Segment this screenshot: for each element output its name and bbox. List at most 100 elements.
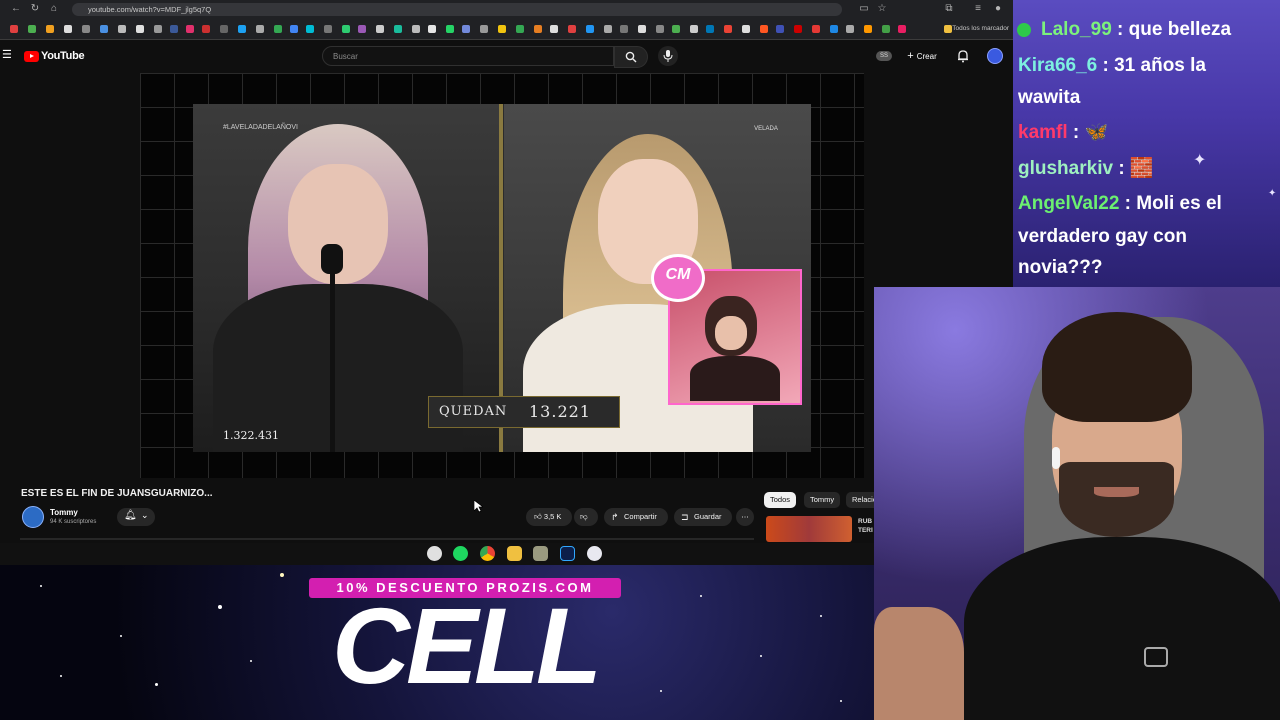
bookmark-icon[interactable] bbox=[672, 25, 680, 33]
address-bar[interactable]: youtube.com/watch?v=MDF_jlg5q7Q bbox=[72, 3, 842, 16]
more-actions-button[interactable]: ⋯ bbox=[736, 508, 754, 526]
bookmark-icon[interactable] bbox=[462, 25, 470, 33]
bookmark-icon[interactable] bbox=[154, 25, 162, 33]
all-bookmarks-link[interactable]: Todos los marcador bbox=[952, 23, 1009, 35]
create-button[interactable]: + Crear bbox=[900, 48, 944, 64]
activity-app-icon[interactable] bbox=[427, 546, 442, 561]
bookmark-icon[interactable] bbox=[82, 25, 90, 33]
bookmark-icon[interactable] bbox=[898, 25, 906, 33]
ss-badge[interactable]: SS bbox=[876, 51, 892, 61]
bookmark-icon[interactable] bbox=[656, 25, 664, 33]
dislike-button[interactable]: 👎︎ bbox=[574, 508, 598, 526]
bookmark-icon[interactable] bbox=[324, 25, 332, 33]
search-input[interactable]: Buscar bbox=[322, 46, 614, 66]
recommended-video-title[interactable]: RUB TERI bbox=[858, 517, 873, 535]
reload-icon[interactable]: ↻ bbox=[29, 3, 41, 15]
profile-icon[interactable]: ● bbox=[992, 3, 1004, 15]
bookmark-icon[interactable] bbox=[760, 25, 768, 33]
bookmark-icon[interactable] bbox=[706, 25, 714, 33]
media-icon[interactable]: ≡ bbox=[972, 3, 984, 15]
bookmark-icon[interactable] bbox=[776, 25, 784, 33]
bookmark-icon[interactable] bbox=[586, 25, 594, 33]
bookmark-icon[interactable] bbox=[498, 25, 506, 33]
bookmark-icon[interactable] bbox=[136, 25, 144, 33]
bookmark-icon[interactable] bbox=[10, 25, 18, 33]
photoshop-icon[interactable] bbox=[560, 546, 575, 561]
video-player[interactable]: CM #LAVELADADELAÑOVI VELADA QUEDAN 13.22… bbox=[140, 73, 864, 478]
bookmark-icon[interactable] bbox=[604, 25, 612, 33]
bookmark-icon[interactable] bbox=[690, 25, 698, 33]
recommended-video-thumbnail[interactable] bbox=[766, 516, 852, 542]
search-button[interactable] bbox=[614, 46, 648, 68]
bookmark-icon[interactable] bbox=[28, 25, 36, 33]
bookmark-icon[interactable] bbox=[376, 25, 384, 33]
bookmark-icon[interactable] bbox=[64, 25, 72, 33]
back-icon[interactable]: ← bbox=[10, 3, 22, 15]
streamer-mouth bbox=[1094, 487, 1139, 497]
bookmark-icon[interactable] bbox=[358, 25, 366, 33]
home-icon[interactable]: ⌂ bbox=[48, 3, 60, 15]
chrome-icon[interactable] bbox=[480, 546, 495, 561]
bookmark-icon[interactable] bbox=[220, 25, 228, 33]
bookmark-icon[interactable] bbox=[830, 25, 838, 33]
bookmark-icon[interactable] bbox=[742, 25, 750, 33]
bookmark-icon[interactable] bbox=[100, 25, 108, 33]
bookmark-icon[interactable] bbox=[202, 25, 210, 33]
channel-avatar[interactable] bbox=[22, 506, 44, 528]
channel-name[interactable]: Tommy bbox=[50, 508, 78, 517]
bookmark-icon[interactable] bbox=[846, 25, 854, 33]
bookmark-icon[interactable] bbox=[724, 25, 732, 33]
account-avatar[interactable] bbox=[987, 48, 1003, 64]
chat-message-text: : que belleza bbox=[1111, 19, 1232, 40]
bookmark-icon[interactable] bbox=[882, 25, 890, 33]
chat-username: Kira66_6 bbox=[1018, 55, 1098, 76]
files-icon[interactable] bbox=[507, 546, 522, 561]
voice-search-button[interactable] bbox=[658, 46, 678, 66]
bookmark-icon[interactable] bbox=[256, 25, 264, 33]
bookmark-icon[interactable] bbox=[46, 25, 54, 33]
cast-icon[interactable]: ▭ bbox=[858, 3, 870, 15]
extensions-icon[interactable]: ⧉ bbox=[943, 3, 955, 15]
youtube-logo-icon[interactable] bbox=[24, 51, 39, 62]
youtube-logo-text[interactable]: YouTube bbox=[41, 50, 85, 62]
star bbox=[760, 655, 762, 657]
bookmark-icon[interactable] bbox=[342, 25, 350, 33]
bookmark-icon[interactable] bbox=[170, 25, 178, 33]
chip-tommy[interactable]: Tommy bbox=[804, 492, 841, 508]
bookmark-icon[interactable] bbox=[620, 25, 628, 33]
bookmark-icon[interactable] bbox=[794, 25, 802, 33]
bookmark-icon[interactable] bbox=[446, 25, 454, 33]
hamburger-menu-icon[interactable]: ☰ bbox=[2, 48, 12, 61]
bookmark-icon[interactable] bbox=[812, 25, 820, 33]
chip-todos[interactable]: Todos bbox=[764, 492, 797, 508]
subscribed-bell-button[interactable]: 🔔︎ ⌄ bbox=[117, 508, 155, 526]
star-icon[interactable]: ☆ bbox=[876, 3, 888, 15]
bookmark-icon[interactable] bbox=[306, 25, 314, 33]
bookmark-icon[interactable] bbox=[186, 25, 194, 33]
bookmark-icon[interactable] bbox=[534, 25, 542, 33]
like-button[interactable]: 👍︎ 3,5 K bbox=[526, 508, 572, 526]
bookmark-icon[interactable] bbox=[394, 25, 402, 33]
bookmark-icon[interactable] bbox=[428, 25, 436, 33]
bookmark-icon[interactable] bbox=[516, 25, 524, 33]
notifications-bell-icon[interactable] bbox=[956, 49, 970, 63]
thumbs-up-icon: 👍︎ bbox=[534, 512, 544, 521]
app-icon[interactable] bbox=[587, 546, 602, 561]
app-icon[interactable] bbox=[533, 546, 548, 561]
spotify-icon[interactable] bbox=[453, 546, 468, 561]
chat-message-text: : 🧱 bbox=[1113, 158, 1154, 179]
share-button[interactable]: ↱ Compartir bbox=[604, 508, 668, 526]
folder-icon[interactable] bbox=[944, 25, 952, 33]
bookmark-icon[interactable] bbox=[550, 25, 558, 33]
bookmark-icon[interactable] bbox=[238, 25, 246, 33]
bookmark-icon[interactable] bbox=[274, 25, 282, 33]
bookmark-icon[interactable] bbox=[864, 25, 872, 33]
bookmark-icon[interactable] bbox=[118, 25, 126, 33]
cam-body bbox=[690, 356, 780, 401]
bookmark-icon[interactable] bbox=[638, 25, 646, 33]
save-button[interactable]: ⊐ Guardar bbox=[674, 508, 732, 526]
bookmark-icon[interactable] bbox=[412, 25, 420, 33]
bookmark-icon[interactable] bbox=[568, 25, 576, 33]
bookmark-icon[interactable] bbox=[290, 25, 298, 33]
bookmark-icon[interactable] bbox=[480, 25, 488, 33]
